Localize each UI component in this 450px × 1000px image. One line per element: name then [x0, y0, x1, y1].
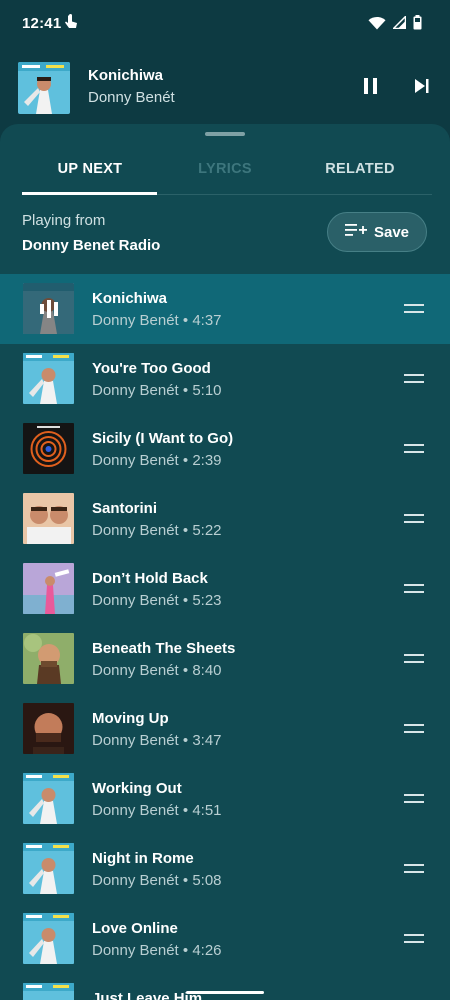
now-playing-artist: Donny Benét: [88, 89, 175, 106]
queue-item-meta: Donny Benét • 5:10: [92, 382, 222, 399]
tab-up-next[interactable]: UP NEXT: [22, 161, 158, 177]
queue-item[interactable]: Don’t Hold Back Donny Benét • 5:23: [0, 554, 450, 624]
playlist-source: Donny Benet Radio: [22, 237, 161, 254]
queue-item-meta: Donny Benét • 5:22: [92, 522, 222, 539]
queue-sheet: UP NEXT LYRICS RELATED Playing from Donn…: [0, 124, 450, 1000]
album-art: [18, 62, 70, 114]
queue-item-meta: Donny Benét • 4:26: [92, 942, 222, 959]
album-thumbnail: [23, 913, 74, 964]
drag-handle-icon[interactable]: [404, 934, 424, 944]
queue-item-title: Santorini: [92, 500, 158, 517]
queue-item-meta: Donny Benét • 4:51: [92, 802, 222, 819]
drag-handle-icon[interactable]: [404, 444, 424, 454]
queue-item-meta: Donny Benét • 4:37: [92, 312, 222, 329]
skip-next-icon[interactable]: [414, 78, 430, 94]
status-time: 12:41: [22, 15, 62, 32]
queue-item-meta: Donny Benét • 8:40: [92, 662, 222, 679]
drag-handle-icon[interactable]: [404, 374, 424, 384]
tab-lyrics[interactable]: LYRICS: [157, 161, 293, 177]
queue-item-title: Night in Rome: [92, 850, 194, 867]
album-thumbnail: [23, 283, 74, 334]
wifi-icon: [368, 16, 386, 35]
queue-item[interactable]: You're Too Good Donny Benét • 5:10: [0, 344, 450, 414]
now-playing-equalizer-icon: [23, 283, 74, 334]
queue-item[interactable]: Love Online Donny Benét • 4:26: [0, 904, 450, 974]
now-playing-title: Konichiwa: [88, 67, 164, 84]
queue-item[interactable]: Night in Rome Donny Benét • 5:08: [0, 834, 450, 904]
queue-item-title: Sicily (I Want to Go): [92, 430, 234, 447]
queue-item[interactable]: Konichiwa Donny Benét • 4:37: [0, 274, 450, 344]
drag-handle-icon[interactable]: [404, 514, 424, 524]
cellular-signal-icon: [391, 14, 407, 34]
active-tab-indicator: [22, 192, 157, 195]
queue-item-meta: Donny Benét • 5:23: [92, 592, 222, 609]
album-thumbnail: [23, 423, 74, 474]
queue-item[interactable]: Working Out Donny Benét • 4:51: [0, 764, 450, 834]
gesture-nav-bar[interactable]: [186, 991, 264, 994]
drag-handle-icon[interactable]: [404, 864, 424, 874]
queue-item[interactable]: Moving Up Donny Benét • 3:47: [0, 694, 450, 764]
queue-item-title: Beneath The Sheets: [92, 640, 236, 657]
queue-item-meta: Donny Benét • 3:47: [92, 732, 222, 749]
album-thumbnail: [23, 493, 74, 544]
queue-item-title: Konichiwa: [92, 290, 168, 307]
queue-item[interactable]: Sicily (I Want to Go) Donny Benét • 2:39: [0, 414, 450, 484]
queue-item-meta: Donny Benét • 2:39: [92, 452, 222, 469]
album-thumbnail: [23, 353, 74, 404]
tab-related[interactable]: RELATED: [292, 161, 428, 177]
album-thumbnail: [23, 983, 74, 1000]
queue-item-title: Love Online: [92, 920, 178, 937]
queue-item[interactable]: Beneath The Sheets Donny Benét • 8:40: [0, 624, 450, 694]
drag-handle-icon[interactable]: [404, 794, 424, 804]
album-thumbnail: [23, 773, 74, 824]
queue-item-title: Moving Up: [92, 710, 169, 727]
album-thumbnail: [23, 633, 74, 684]
queue-item[interactable]: Just Leave Him: [0, 974, 450, 1000]
album-thumbnail: [23, 703, 74, 754]
queue-item-title: Working Out: [92, 780, 182, 797]
drag-handle-icon[interactable]: [404, 724, 424, 734]
drag-handle-icon[interactable]: [404, 654, 424, 664]
playlist-add-icon: [344, 223, 367, 241]
status-bar: 12:41: [0, 0, 450, 48]
pause-icon[interactable]: [362, 77, 380, 95]
drag-handle[interactable]: [205, 132, 245, 136]
save-button-label: Save: [373, 223, 410, 241]
drag-handle-icon[interactable]: [404, 304, 424, 314]
album-thumbnail: [23, 563, 74, 614]
drag-handle-icon[interactable]: [404, 584, 424, 594]
battery-icon: [413, 15, 422, 35]
save-button[interactable]: Save: [327, 212, 427, 252]
queue-item-title: You're Too Good: [92, 360, 211, 377]
queue-item-meta: Donny Benét • 5:08: [92, 872, 222, 889]
touch-icon: [64, 14, 78, 35]
album-thumbnail: [23, 843, 74, 894]
mini-player[interactable]: Konichiwa Donny Benét: [0, 56, 450, 118]
queue-item[interactable]: Santorini Donny Benét • 5:22: [0, 484, 450, 554]
tab-bar: UP NEXT LYRICS RELATED: [22, 150, 432, 195]
queue-item-title: Don’t Hold Back: [92, 570, 208, 587]
playing-from-label: Playing from: [22, 212, 106, 229]
